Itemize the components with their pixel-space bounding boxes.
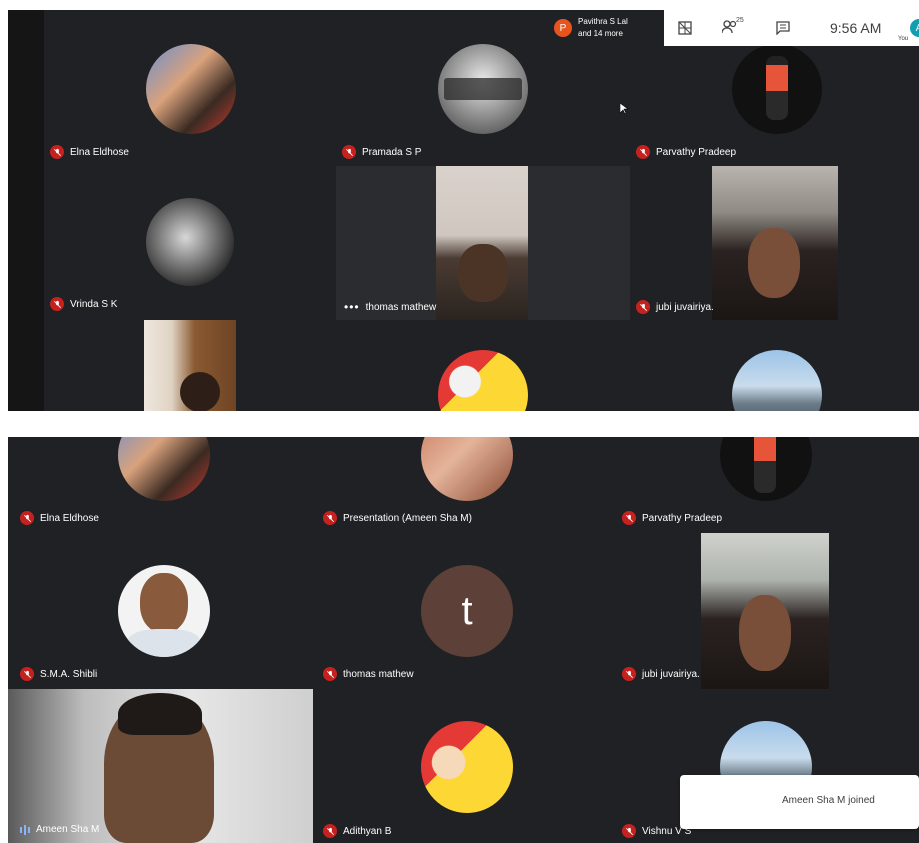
join-notification: Ameen Sha M joined (680, 775, 919, 829)
participant-avatar (146, 198, 234, 286)
participant-tile[interactable]: Parvathy Pradeep (616, 437, 919, 533)
presenter-avatar: P (554, 19, 572, 37)
participant-avatar (438, 350, 528, 411)
mic-off-icon (622, 667, 636, 681)
participant-tile[interactable] (340, 320, 630, 411)
participant-name: thomas mathew (343, 668, 414, 680)
participant-name: Ameen Sha M (36, 824, 100, 835)
participant-count: 25 (736, 17, 744, 24)
mic-off-icon (636, 145, 650, 159)
participant-tile[interactable]: t thomas mathew (313, 533, 616, 689)
mic-off-icon (323, 667, 337, 681)
participant-tile[interactable] (48, 320, 338, 411)
participant-avatar (732, 350, 822, 411)
participant-name: Parvathy Pradeep (642, 512, 723, 524)
grid-icon[interactable] (678, 21, 692, 35)
participant-avatar: t (421, 565, 513, 657)
participant-name: jubi juvairiya. (642, 668, 700, 680)
participant-tile[interactable]: Elna Eldhose (48, 10, 338, 168)
meeting-top-bar: 25 9:56 AM You A (664, 10, 919, 46)
participant-tile[interactable]: ••• thomas mathew (336, 166, 630, 320)
mic-off-icon (20, 511, 34, 525)
participant-name: Elna Eldhose (40, 512, 99, 524)
participant-tile[interactable]: Presentation (Ameen Sha M) (313, 437, 616, 533)
participant-name: Pramada S P (362, 146, 422, 158)
mic-off-icon (622, 511, 636, 525)
join-notification-text: Ameen Sha M joined (782, 795, 875, 806)
you-label: You (898, 36, 909, 42)
left-gutter (8, 10, 44, 411)
speaking-icon: ••• (344, 300, 360, 314)
participant-tile[interactable]: Ameen Sha M (8, 689, 313, 843)
participant-avatar (118, 437, 210, 501)
participant-avatar (438, 44, 528, 134)
presenter-more: and 14 more (578, 29, 623, 38)
mic-off-icon (50, 297, 64, 311)
participant-avatar (720, 437, 812, 501)
participant-video (8, 689, 313, 843)
participant-name: Elna Eldhose (70, 146, 129, 158)
participant-name: Presentation (Ameen Sha M) (343, 512, 472, 524)
participant-name: jubi juvairiya. (656, 301, 714, 313)
participant-video (436, 166, 528, 320)
participant-tile[interactable]: Elna Eldhose (8, 437, 313, 533)
participant-avatar (421, 437, 513, 501)
self-avatar[interactable]: A (910, 19, 919, 37)
mouse-cursor-icon (619, 102, 629, 115)
participant-avatar (732, 44, 822, 134)
people-icon[interactable]: 25 (721, 17, 748, 36)
participant-video (712, 166, 838, 320)
participant-name: Adithyan B (343, 825, 392, 837)
mic-off-icon (323, 511, 337, 525)
mic-off-icon (636, 300, 650, 314)
tile-hover-controls (444, 78, 522, 100)
participant-name: Parvathy Pradeep (656, 146, 737, 158)
chat-icon[interactable] (776, 21, 790, 36)
participant-name: thomas mathew (365, 301, 437, 313)
participant-tile[interactable]: S.M.A. Shibli (8, 533, 313, 689)
participant-name: Vrinda S K (70, 298, 118, 310)
participant-name: S.M.A. Shibli (40, 668, 98, 680)
participant-avatar (118, 565, 210, 657)
top-meeting-grid: Elna Eldhose Pramada S P Parvathy Pradee… (8, 10, 919, 411)
presenting-banner[interactable]: P Pavithra S Lal and 14 more (548, 10, 664, 46)
participant-video (701, 533, 829, 689)
speaking-icon (20, 824, 30, 835)
participant-tile[interactable] (634, 320, 919, 411)
participant-tile[interactable]: jubi juvairiya. (616, 533, 919, 689)
participant-avatar (421, 721, 513, 813)
participant-tile[interactable]: Vrinda S K (48, 168, 338, 320)
mic-off-icon (323, 824, 337, 838)
participant-tile[interactable]: jubi juvairiya. (634, 166, 919, 320)
participant-avatar (146, 44, 236, 134)
avatar-initial: t (461, 588, 473, 633)
participant-video (144, 320, 236, 411)
mic-off-icon (622, 824, 636, 838)
participant-tile[interactable]: Adithyan B (313, 689, 616, 843)
clock-time: 9:56 AM (830, 20, 882, 36)
mic-off-icon (342, 145, 356, 159)
mic-off-icon (20, 667, 34, 681)
mic-off-icon (50, 145, 64, 159)
presenter-name: Pavithra S Lal (578, 17, 628, 26)
bottom-meeting-grid: Elna Eldhose Presentation (Ameen Sha M) … (8, 437, 919, 843)
